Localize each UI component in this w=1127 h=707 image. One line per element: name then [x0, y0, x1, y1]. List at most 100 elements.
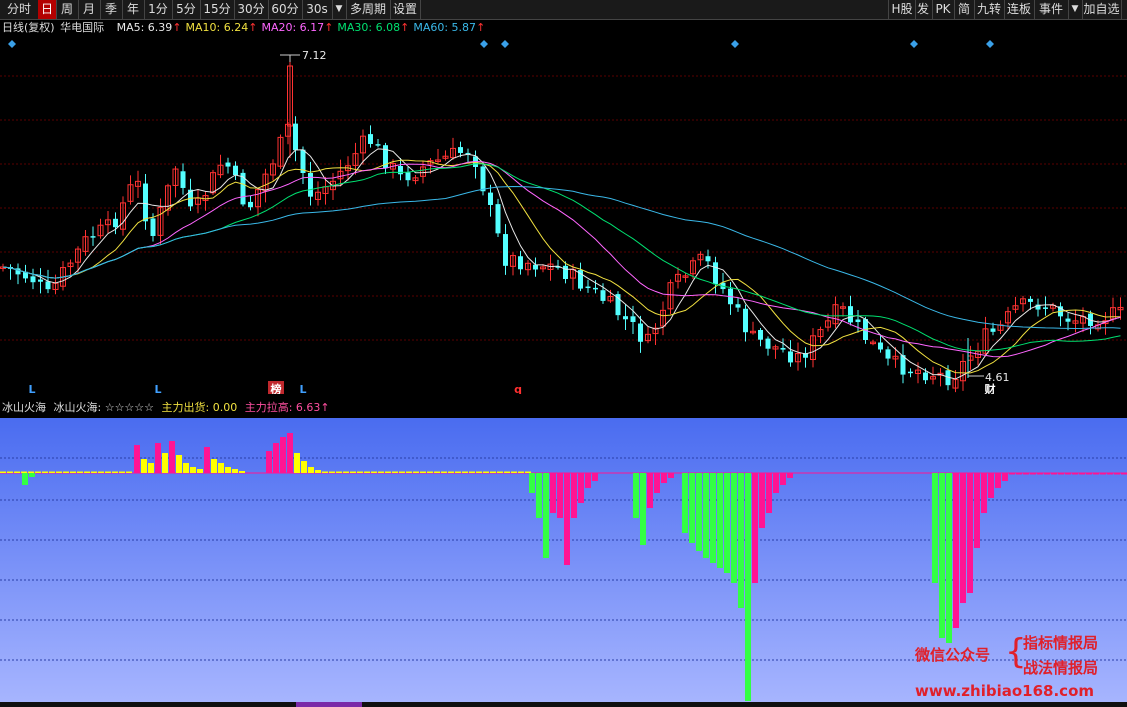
ma-line-5: [2, 148, 1121, 380]
main-up-value: 主力拉高: 6.63: [244, 401, 321, 414]
fire-bar: [176, 455, 182, 473]
ice-bar: [661, 473, 667, 483]
right-tab-2[interactable]: PK: [932, 0, 955, 19]
fire-bar: [218, 463, 224, 473]
right-tab-0[interactable]: H股: [888, 0, 916, 19]
fire-bar: [49, 471, 55, 473]
ice-bar: [752, 473, 758, 583]
up-arrow: ↑: [320, 401, 330, 414]
diamond-marker: [910, 40, 918, 48]
ma-arrow-1: ↑: [248, 21, 258, 34]
tab-10[interactable]: 60分: [268, 0, 303, 19]
bottom-markers: L L 榜 Lq 财: [28, 381, 996, 394]
right-tab-4[interactable]: 九转: [974, 0, 1005, 19]
ice-bar: [557, 473, 563, 518]
main-out-label: 主力出货: 0.00: [161, 401, 238, 414]
ice-bar: [932, 473, 938, 583]
ice-bar: [654, 473, 660, 493]
ice-bar: [1037, 473, 1043, 475]
ice-bar: [780, 473, 786, 485]
candle-body-down: [563, 265, 568, 279]
scroll-thumb[interactable]: [296, 702, 362, 707]
ice-bar: [536, 473, 542, 518]
candle-body-down: [480, 166, 486, 192]
fire-bar: [7, 471, 13, 473]
fire-bar: [399, 471, 405, 473]
candle-body-down: [765, 338, 771, 349]
ice-bar: [585, 473, 591, 488]
candle-body-down: [630, 316, 636, 323]
ice-bar: [647, 473, 653, 508]
watermark-name1: 指标情报局: [1023, 634, 1099, 652]
fire-bar: [476, 471, 482, 473]
ice-bar: [22, 473, 28, 485]
tab-2[interactable]: 周: [56, 0, 79, 19]
ice-bar: [1114, 473, 1120, 475]
ice-bar: [995, 473, 1001, 488]
fire-bar: [232, 469, 238, 473]
settings-button[interactable]: 设置: [390, 0, 421, 19]
candle-body-down: [225, 162, 231, 167]
candle-body-down: [45, 281, 51, 290]
ice-bar: [1100, 473, 1106, 475]
tab-0[interactable]: 分时: [0, 0, 39, 19]
fire-bar: [357, 471, 363, 473]
ma-legend: MA5: 6.39↑ MA10: 6.24↑ MA20: 6.17↑ MA30: 6.…: [113, 21, 486, 34]
fire-bar: [385, 471, 391, 473]
indicator-name: 冰山火海: [2, 401, 46, 414]
ice-bar: [953, 473, 959, 628]
fire-bar: [280, 437, 286, 473]
candle-body-down: [233, 165, 238, 176]
tab-3[interactable]: 月: [78, 0, 101, 19]
candle-body-down: [848, 306, 853, 323]
ice-bar: [1002, 473, 1008, 481]
event-dropdown-icon[interactable]: ▼: [1068, 0, 1083, 19]
fire-bar: [434, 471, 440, 473]
right-tab-3[interactable]: 简: [954, 0, 975, 19]
price-annotations: 7.12 4.61: [280, 49, 1010, 384]
candle-body-down: [113, 218, 118, 228]
multi-period-button[interactable]: 多周期: [346, 0, 391, 19]
ice-bar: [1093, 473, 1099, 475]
candle-body-down: [585, 286, 591, 289]
add-watchlist-button[interactable]: 加自选: [1082, 0, 1122, 19]
right-tab-6[interactable]: 事件: [1034, 0, 1069, 19]
watermark-url: www.zhibiao168.com: [915, 682, 1095, 700]
ice-bar: [1079, 473, 1085, 475]
fire-bar: [14, 471, 20, 473]
ice-bar: [731, 473, 737, 583]
fire-bar: [169, 441, 175, 473]
candle-body-down: [780, 347, 786, 350]
fire-bar: [287, 433, 293, 473]
tab-4[interactable]: 季: [100, 0, 123, 19]
tab-1[interactable]: 日: [38, 0, 57, 19]
ice-bar: [564, 473, 570, 565]
candlestick-chart[interactable]: 7.12 4.61 L L 榜 Lq 财: [0, 38, 1127, 394]
ice-bar: [529, 473, 535, 493]
indicator-stars: 冰山火海: ☆☆☆☆☆: [53, 401, 155, 414]
ice-bar: [29, 473, 35, 477]
chart-header: 日线(复权) 华电国际 MA5: 6.39↑ MA10: 6.24↑ MA20: 6…: [2, 21, 485, 35]
candle-body-down: [855, 319, 861, 323]
tab-9[interactable]: 30分: [234, 0, 269, 19]
ice-bar: [571, 473, 577, 518]
period-dropdown-icon[interactable]: ▼: [332, 0, 347, 19]
ice-bar: [1023, 473, 1029, 475]
fire-bar: [350, 471, 356, 473]
tab-8[interactable]: 15分: [200, 0, 235, 19]
ma-label-4: MA60: 5.87↑: [413, 21, 485, 34]
tab-5[interactable]: 年: [122, 0, 145, 19]
ice-bar: [1016, 473, 1022, 475]
fire-bar: [448, 471, 454, 473]
tab-6[interactable]: 1分: [144, 0, 173, 19]
diamond-marker: [8, 40, 16, 48]
ice-bar: [981, 473, 987, 513]
right-tab-1[interactable]: 发: [914, 0, 933, 19]
tab-7[interactable]: 5分: [172, 0, 201, 19]
tab-11[interactable]: 30s: [302, 0, 333, 19]
right-tab-5[interactable]: 连板: [1004, 0, 1035, 19]
ice-bar: [703, 473, 709, 558]
ma-value-0: MA5: 6.39: [116, 21, 173, 34]
moving-averages: [2, 148, 1121, 380]
fire-bar: [56, 471, 62, 473]
